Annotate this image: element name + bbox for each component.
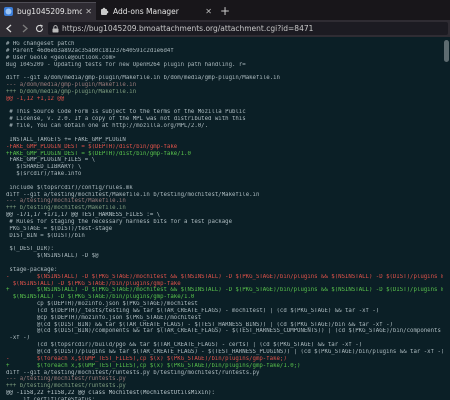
- diff-line-del: $(NSINSTALL) -D $(PKG_STAGE)/bin/plugins…: [6, 280, 181, 287]
- puzzle-piece-icon: [100, 7, 109, 16]
- diff-line-del: - $(NSINSTALL) -D $(PKG_STAGE)/mochitest…: [6, 273, 443, 280]
- diff-line-ctx: # Rules for staging the necessary harnes…: [6, 218, 232, 225]
- diff-line-ctx: [6, 178, 443, 185]
- diff-line-ctx: $(srcdir)/fake.info: [6, 171, 82, 178]
- scrollbar-track[interactable]: [443, 37, 450, 400]
- tab-bug-attachment[interactable]: bug1045209.bmoattachments.or ✕: [0, 2, 96, 20]
- diff-line-ctx: # file, You can obtain one at http://moz…: [6, 123, 209, 130]
- diff-line-ctx: $(_DEST_DIR):: [6, 246, 54, 253]
- back-icon[interactable]: [3, 22, 16, 35]
- url-text: https://bug1045209.bmoattachments.org/at…: [62, 24, 314, 33]
- diff-line-hunk: @@ -171,17 +171,17 @@ TEST_HARNESS_FILES…: [6, 212, 161, 219]
- new-tab-button[interactable]: +: [216, 2, 234, 20]
- diff-line-hdr: diff --git a/dom/media/gmp-plugin/Makefi…: [6, 75, 280, 82]
- tab-label: Add-ons Manager: [113, 6, 179, 16]
- diff-line-ctx: [6, 68, 443, 75]
- reload-icon[interactable]: [33, 22, 46, 35]
- diff-line-meta: Bug 1045209 - Updating tests for new Ope…: [6, 61, 246, 68]
- diff-line-ctx: # License, v. 2.0. If a copy of the MPL …: [6, 116, 246, 123]
- tab-addons-manager[interactable]: Add-ons Manager ✕: [96, 2, 216, 20]
- diff-line-del: -FAKE_GMP_PLUGIN_DEST = $(DEPTH)/dist/bi…: [6, 143, 178, 150]
- navigation-toolbar: https://bug1045209.bmoattachments.org/at…: [0, 20, 450, 37]
- diff-line-ctx: stage-package:: [6, 266, 58, 273]
- diff-line-hdr: diff --git a/testing/mochitest/runtests.…: [6, 369, 260, 376]
- diff-line-ctx: @(cd $(DIST)/plugins && tar $(TAR_CREATE…: [6, 348, 443, 355]
- diff-line-ctx: [6, 260, 443, 267]
- diff-line-del: - $(foreach x,$(GMP_TEST_FILES),cp $(x) …: [6, 355, 287, 362]
- diff-line-ctx: $(NSINSTALL) -D $@: [6, 253, 99, 260]
- tab-label: bug1045209.bmoattachments.or: [17, 7, 83, 16]
- forward-icon[interactable]: [18, 22, 31, 35]
- diff-line-minusfile: --- a/dom/media/gmp-plugin/Makefile.in: [6, 82, 137, 89]
- tab-strip: bug1045209.bmoattachments.or ✕ Add-ons M…: [0, 0, 450, 20]
- diff-line-ctx: INSTALL_TARGETS += FAKE_GMP_PLUGIN: [6, 136, 126, 143]
- diff-line-ctx: DIST_BIN = $(DIST)/bin: [6, 232, 85, 239]
- diff-line-add: + $(foreach x,$(GMP_TEST_FILES),cp $(x) …: [6, 362, 301, 369]
- diff-line-ctx: FAKE_GMP_PLUGIN_FILES = \: [6, 157, 96, 164]
- diff-line-del: @@ -1,12 +1,12 @@: [6, 95, 65, 102]
- lock-icon: [51, 24, 59, 33]
- diff-line-meta: # HG changeset patch: [6, 41, 75, 47]
- diff-line-plusfile: +++ b/testing/mochitest/runtests.py: [6, 383, 126, 390]
- address-bar[interactable]: https://bug1045209.bmoattachments.org/at…: [48, 22, 448, 35]
- diff-line-add: $(NSINSTALL) -D $(PKG_STAGE)/bin/plugins…: [6, 294, 195, 301]
- diff-line-plusfile: +++ b/dom/media/gmp-plugin/Makefile.in: [6, 88, 137, 95]
- diff-line-ctx: [6, 130, 443, 137]
- diff-line-plusfile: +++ b/testing/mochitest/Makefile.in: [6, 205, 126, 212]
- diff-line-add: +FAKE_GMP_PLUGIN_DEST = $(DEPTH)/dist/bi…: [6, 150, 191, 157]
- diff-line-ctx: # This Source Code Form is subject to th…: [6, 109, 246, 116]
- close-tab-icon[interactable]: ✕: [205, 7, 212, 16]
- diff-line-minusfile: --- a/testing/mochitest/runtests.py: [6, 376, 126, 383]
- diff-line-minusfile: --- a/testing/mochitest/Makefile.in: [6, 198, 126, 205]
- diff-line-ctx: (cd $(DEPTH)/_tests/testing && tar $(TAR…: [6, 307, 380, 314]
- diff-line-ctx: [6, 239, 443, 246]
- diff-line-ctx: PKG_STAGE = $(DIST)/test-stage: [6, 225, 113, 232]
- diff-line-hunk: @@ -1158,22 +1158,22 @@ class Mochitest(…: [6, 390, 215, 397]
- diff-line-ctx: @(cd $(DIST_BIN) && tar $(TAR_CREATE_FLA…: [6, 321, 393, 328]
- diff-line-ctx: (cd $(topsrcdir)/build/pgo && tar $(TAR_…: [6, 342, 363, 349]
- close-tab-icon[interactable]: ✕: [85, 7, 92, 16]
- diff-line-meta: # User Geole <geole@outlook.com>: [6, 54, 116, 61]
- diff-line-meta: # Parent 46d6eb3a892ac35ab0c181237640591…: [6, 47, 174, 54]
- patch-text-view: # HG changeset patch # Parent 46d6eb3a892…: [0, 37, 443, 400]
- diff-line-ctx: [6, 103, 443, 110]
- diff-line-hdr: diff --git a/testing/mochitest/Makefile.…: [6, 191, 260, 198]
- diff-line-add: + $(NSINSTALL) -D $(PKG_STAGE)/mochitest…: [6, 287, 443, 294]
- diff-line-ctx: @cp $(DEPTH)/mozinfo.json $(PKG_STAGE)/m…: [6, 314, 202, 321]
- bugzilla-favicon-icon: [4, 7, 13, 16]
- diff-line-ctx: include $(topsrcdir)/config/rules.mk: [6, 184, 133, 191]
- diff-line-ctx: -xf -): [6, 335, 30, 342]
- diff-line-ctx: @(cd $(DIST_BIN)/components && tar $(TAR…: [6, 328, 443, 335]
- scrollbar-thumb[interactable]: [444, 40, 449, 62]
- diff-line-ctx: cp $(DEPTH)/mozinfo.json $(PKG_STAGE)/mo…: [6, 301, 198, 308]
- diff-line-ctx: $(SHARED_LIBRARY) \: [6, 164, 82, 171]
